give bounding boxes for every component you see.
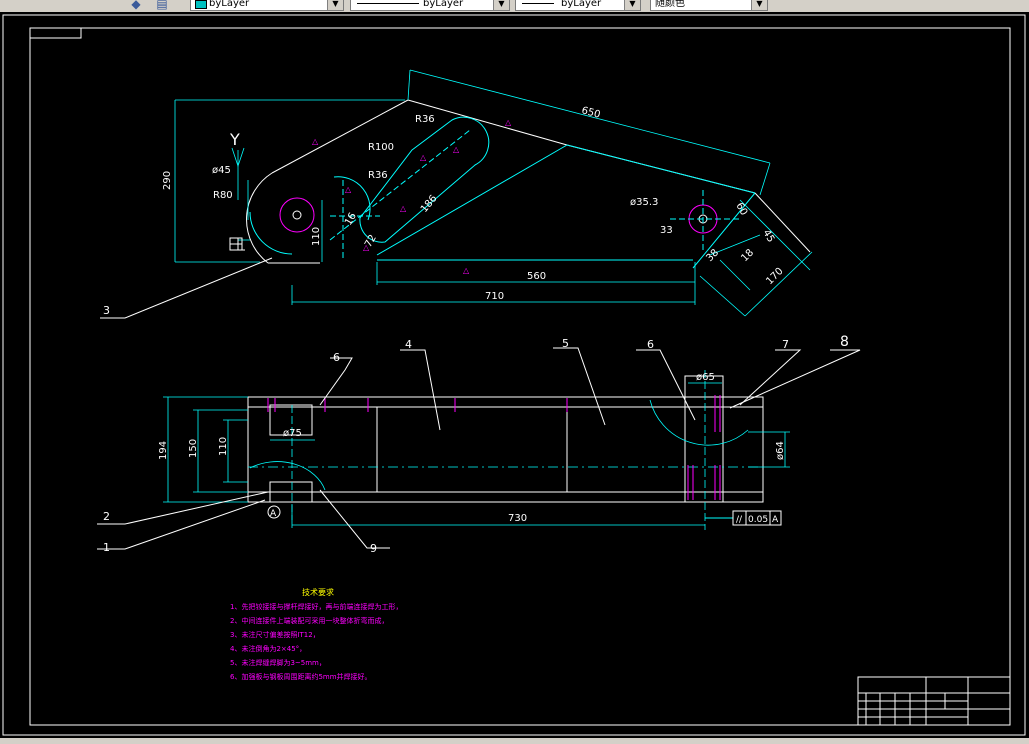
chevron-down-icon[interactable]: ▼ xyxy=(624,0,640,10)
chevron-down-icon[interactable]: ▼ xyxy=(493,0,509,10)
part-number-6: 6 xyxy=(647,338,654,351)
part-number-8: 8 xyxy=(840,334,849,350)
plan-view-outline xyxy=(247,375,764,503)
chevron-down-icon[interactable]: ▼ xyxy=(327,0,343,10)
layer-state-icon[interactable]: ◆ xyxy=(128,0,144,11)
linetype-combo[interactable]: byLayer ▼ xyxy=(350,0,510,11)
dim-r80: R80 xyxy=(213,190,233,201)
dim-730: 730 xyxy=(508,513,527,524)
note-item: 1、先把铰接接与撑杆焊接好，再与前端连接焊为工形， xyxy=(230,602,402,611)
dim-110-b: 110 xyxy=(218,437,229,456)
title-block xyxy=(857,676,1011,726)
part-number-6-top: 6 xyxy=(333,351,340,364)
plan-view-dimension-text: ø65 ø75 194 150 110 ø64 730 xyxy=(158,372,786,524)
sheet-outer-border xyxy=(2,14,1026,736)
note-item: 3、未注尺寸偏差按照IT12， xyxy=(230,630,320,639)
note-item: 4、未注倒角为2×45°， xyxy=(230,644,306,653)
dim-186: 186 xyxy=(419,193,440,215)
dim-phi45: ø45 xyxy=(212,165,231,176)
part-number-5: 5 xyxy=(562,337,569,350)
frame-tag-box xyxy=(29,27,82,39)
dim-16: 16 xyxy=(343,211,359,228)
linetype-combo-text: byLayer xyxy=(423,0,464,9)
dim-38: 38 xyxy=(704,247,721,264)
part-number-9: 9 xyxy=(370,542,377,555)
dim-290: 290 xyxy=(162,171,173,190)
svg-text:△: △ xyxy=(463,266,470,275)
dim-phi35-3: ø35.3 xyxy=(630,197,658,208)
linetype-preview xyxy=(357,3,419,4)
y-axis-label: Y xyxy=(229,130,240,149)
note-item: 2、中间连接件上端装配可采用一块整体折弯而成， xyxy=(230,616,388,625)
tolerance-symbol: // xyxy=(736,515,743,525)
plan-view-details xyxy=(163,370,790,530)
lineweight-combo-text: byLayer xyxy=(561,0,602,9)
svg-text:△: △ xyxy=(400,204,407,213)
side-view-dimension-text: 650 R36 R100 R36 290 ø45 R80 110 Y 186 1… xyxy=(162,105,786,302)
part-number-1: 1 xyxy=(103,541,110,554)
svg-text:△: △ xyxy=(505,118,512,127)
weld-symbols: △ △ △ △ △ △ △ △ xyxy=(312,118,512,275)
dim-560: 560 xyxy=(527,271,546,282)
dim-phi64: ø64 xyxy=(775,441,786,460)
color-swatch xyxy=(195,0,207,9)
part-number-3: 3 xyxy=(103,304,110,317)
tolerance-datum: A xyxy=(772,515,779,525)
lineweight-combo[interactable]: byLayer ▼ xyxy=(515,0,641,11)
dim-18: 18 xyxy=(739,247,756,264)
datum-a-label: A xyxy=(270,509,277,519)
plotstyle-combo-text: 随颜色 xyxy=(655,0,685,9)
note-item: 5、未注焊缝焊脚为3~5mm， xyxy=(230,658,326,667)
color-combo-text: byLayer xyxy=(209,0,250,9)
dim-r100: R100 xyxy=(368,142,394,153)
svg-text:△: △ xyxy=(363,243,370,252)
dim-phi65: ø65 xyxy=(696,372,715,383)
dim-194: 194 xyxy=(158,441,169,460)
technical-requirements: 技术要求 1、先把铰接接与撑杆焊接好，再与前端连接焊为工形， 2、中间连接件上端… xyxy=(230,587,402,681)
drawing-frame xyxy=(29,27,1011,726)
plotstyle-combo[interactable]: 随颜色 ▼ xyxy=(650,0,768,11)
plan-view-weld-marks xyxy=(267,395,721,500)
side-view-dimensions xyxy=(174,69,813,317)
dim-170: 170 xyxy=(764,266,785,287)
dim-650: 650 xyxy=(580,105,601,121)
dim-150: 150 xyxy=(188,439,199,458)
tolerance-value: 0.05 xyxy=(748,515,768,525)
dim-phi75: ø75 xyxy=(283,428,302,439)
part-number-7: 7 xyxy=(782,338,789,351)
dim-r36-b: R36 xyxy=(368,170,388,181)
svg-text:△: △ xyxy=(453,145,460,154)
svg-text:△: △ xyxy=(420,153,427,162)
cad-drawing: 650 R36 R100 R36 290 ø45 R80 110 Y 186 1… xyxy=(2,14,1026,736)
dim-33: 33 xyxy=(660,225,673,236)
chevron-down-icon[interactable]: ▼ xyxy=(751,0,767,10)
dim-45: 45 xyxy=(760,228,776,245)
status-bar xyxy=(0,738,1029,744)
svg-text:△: △ xyxy=(312,137,319,146)
color-combo[interactable]: byLayer ▼ xyxy=(190,0,344,11)
geometric-tolerance-frame: // 0.05 A xyxy=(705,510,782,526)
model-space-canvas[interactable]: 650 R36 R100 R36 290 ø45 R80 110 Y 186 1… xyxy=(0,12,1029,738)
dim-110-a: 110 xyxy=(311,227,322,246)
dim-r36-a: R36 xyxy=(415,114,435,125)
dim-710: 710 xyxy=(485,291,504,302)
part-number-2: 2 xyxy=(103,510,110,523)
notes-title: 技术要求 xyxy=(302,587,334,597)
layer-manager-icon[interactable]: ▤ xyxy=(154,0,170,11)
note-item: 6、加强板与钢板周围距离约5mm并焊接好。 xyxy=(230,672,372,681)
part-number-4: 4 xyxy=(405,338,412,351)
lineweight-preview xyxy=(522,3,554,4)
svg-text:△: △ xyxy=(345,185,352,194)
